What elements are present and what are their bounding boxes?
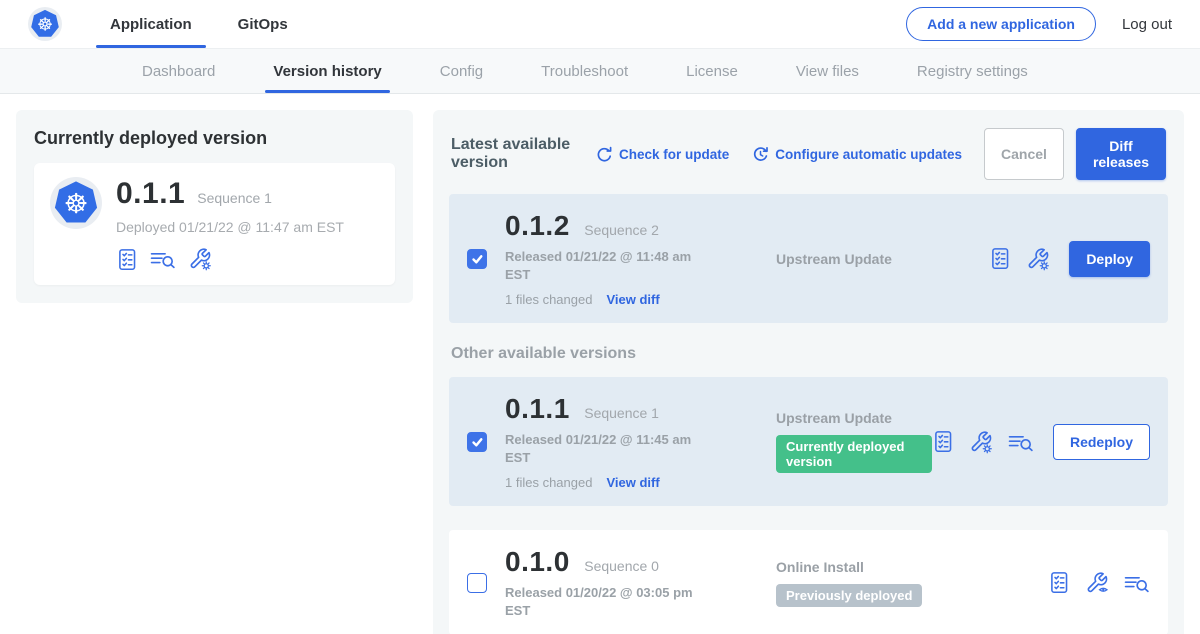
logout-link[interactable]: Log out — [1122, 16, 1172, 33]
version-row-0-1-0: 0.1.0 Sequence 0 Released 01/20/22 @ 03:… — [449, 530, 1168, 634]
subnav-view-files[interactable]: View files — [792, 49, 863, 93]
view-diff-link[interactable]: View diff — [606, 475, 659, 490]
version-checkbox[interactable] — [467, 432, 487, 452]
version-number: 0.1.1 — [505, 393, 570, 424]
released-timestamp: Released 01/21/22 @ 11:45 am EST — [505, 431, 695, 466]
top-tabs: Application GitOps — [96, 0, 320, 48]
check-for-update-label: Check for update — [619, 147, 729, 162]
top-header: Application GitOps Add a new application… — [0, 0, 1200, 48]
tab-application-label: Application — [110, 16, 192, 33]
sequence-label: Sequence 0 — [584, 558, 659, 574]
configure-automatic-updates-label: Configure automatic updates — [775, 147, 962, 162]
configure-automatic-updates-link[interactable]: Configure automatic updates — [751, 145, 962, 163]
view-diff-link[interactable]: View diff — [606, 292, 659, 307]
version-row-0-1-1: 0.1.1 Sequence 1 Released 01/21/22 @ 11:… — [449, 377, 1168, 506]
preflight-checks-icon[interactable] — [989, 247, 1011, 270]
deployed-sequence-label: Sequence 1 — [197, 190, 272, 206]
version-source-label: Online Install — [776, 559, 1048, 575]
files-changed-label: 1 files changed — [505, 292, 592, 307]
tab-gitops[interactable]: GitOps — [224, 0, 302, 48]
edit-config-icon[interactable] — [1026, 247, 1050, 271]
check-for-update-link[interactable]: Check for update — [595, 145, 729, 163]
version-history-panel: Latest available version Check for updat… — [433, 110, 1184, 634]
app-subnav: Dashboard Version history Config Trouble… — [0, 48, 1200, 94]
cancel-button[interactable]: Cancel — [984, 128, 1064, 180]
previously-deployed-badge: Previously deployed — [776, 584, 922, 607]
sequence-label: Sequence 2 — [584, 222, 659, 238]
clock-refresh-icon — [751, 145, 769, 163]
version-source-label: Upstream Update — [776, 251, 989, 267]
refresh-icon — [595, 145, 613, 163]
latest-available-title: Latest available version — [451, 136, 581, 172]
check-icon — [470, 435, 484, 449]
sequence-label: Sequence 1 — [584, 405, 659, 421]
other-available-versions-title: Other available versions — [451, 345, 1166, 363]
view-deploy-logs-icon[interactable] — [150, 248, 176, 270]
edit-config-icon[interactable] — [188, 247, 212, 271]
subnav-version-history[interactable]: Version history — [269, 49, 385, 93]
add-new-application-button[interactable]: Add a new application — [906, 7, 1096, 41]
check-icon — [470, 252, 484, 266]
version-checkbox[interactable] — [467, 573, 487, 593]
version-checkbox[interactable] — [467, 249, 487, 269]
tab-application[interactable]: Application — [96, 0, 206, 48]
released-timestamp: Released 01/21/22 @ 11:48 am EST — [505, 248, 695, 283]
tab-gitops-label: GitOps — [238, 16, 288, 33]
deployed-version-number: 0.1.1 — [116, 177, 185, 211]
deployed-version-card: 0.1.1 Sequence 1 Deployed 01/21/22 @ 11:… — [34, 163, 395, 285]
edit-config-icon[interactable] — [969, 430, 993, 454]
subnav-license[interactable]: License — [682, 49, 742, 93]
subnav-registry-settings[interactable]: Registry settings — [913, 49, 1032, 93]
currently-deployed-title: Currently deployed version — [34, 128, 395, 149]
preflight-checks-icon[interactable] — [1048, 571, 1070, 594]
deployed-timestamp: Deployed 01/21/22 @ 11:47 am EST — [116, 219, 344, 235]
view-deploy-logs-icon[interactable] — [1124, 572, 1150, 594]
redeploy-button[interactable]: Redeploy — [1053, 424, 1150, 460]
view-config-icon[interactable] — [1085, 571, 1109, 595]
currently-deployed-panel: Currently deployed version 0.1.1 Sequenc… — [16, 110, 413, 303]
version-number: 0.1.2 — [505, 210, 570, 241]
subnav-dashboard[interactable]: Dashboard — [138, 49, 219, 93]
deploy-button[interactable]: Deploy — [1069, 241, 1150, 277]
version-source-label: Upstream Update — [776, 410, 932, 426]
subnav-config[interactable]: Config — [436, 49, 487, 93]
view-deploy-logs-icon[interactable] — [1008, 431, 1034, 453]
diff-releases-button[interactable]: Diff releases — [1076, 128, 1166, 180]
version-number: 0.1.0 — [505, 546, 570, 577]
currently-deployed-badge: Currently deployed version — [776, 435, 932, 473]
version-row-0-1-2: 0.1.2 Sequence 2 Released 01/21/22 @ 11:… — [449, 194, 1168, 323]
app-logo-icon — [50, 177, 102, 229]
kubernetes-logo-icon — [28, 7, 62, 41]
preflight-checks-icon[interactable] — [116, 248, 138, 271]
released-timestamp: Released 01/20/22 @ 03:05 pm EST — [505, 584, 695, 619]
main-content: Currently deployed version 0.1.1 Sequenc… — [0, 94, 1200, 634]
files-changed-label: 1 files changed — [505, 475, 592, 490]
preflight-checks-icon[interactable] — [932, 430, 954, 453]
subnav-troubleshoot[interactable]: Troubleshoot — [537, 49, 632, 93]
